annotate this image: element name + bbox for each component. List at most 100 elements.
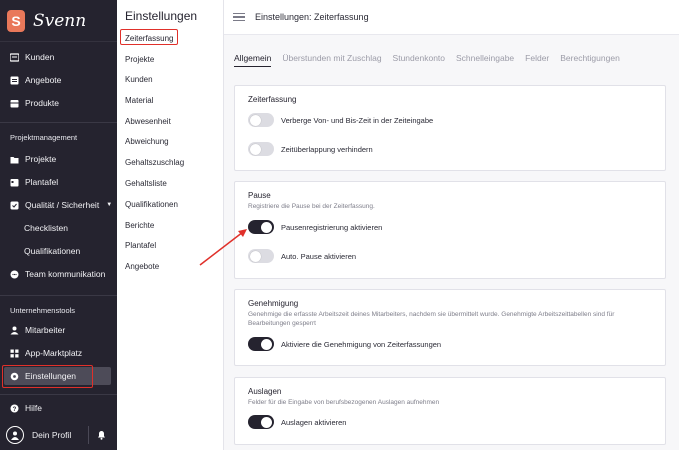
highlight-box <box>120 29 178 45</box>
sidebar-item-label: Angebote <box>25 75 62 85</box>
submenu-item-gehaltszuschlag[interactable]: Gehaltszuschlag <box>125 158 184 167</box>
tab-allgemein[interactable]: Allgemein <box>234 53 272 67</box>
submenu-item-abweichung[interactable]: Abweichung <box>125 137 169 146</box>
sidebar-item-app-marktplatz[interactable]: App-Marktplatz <box>0 344 117 362</box>
sidebar-item-team-kommunikation[interactable]: Team kommunikation <box>0 265 117 283</box>
card-title: Pause <box>248 191 271 200</box>
tab-stundenkonto[interactable]: Stundenkonto <box>393 53 445 67</box>
toggle-label: Auslagen aktivieren <box>281 417 347 427</box>
toggle-row: Auto. Pause aktivieren <box>248 249 356 263</box>
avatar <box>6 426 24 444</box>
grid-icon <box>10 349 19 358</box>
card-genehmigung: Genehmigung Genehmige die erfasste Arbei… <box>234 289 666 366</box>
tab-felder[interactable]: Felder <box>525 53 549 67</box>
hamburger-icon[interactable] <box>233 12 245 22</box>
card-description: Registriere die Pause bei der Zeiterfass… <box>248 203 375 210</box>
profile-label: Dein Profil <box>32 430 72 440</box>
sidebar-item-label: Projekte <box>25 154 57 164</box>
sidebar-divider <box>0 122 117 123</box>
tab-ueberstunden[interactable]: Überstunden mit Zuschlag <box>282 53 381 67</box>
submenu-item-projekte[interactable]: Projekte <box>125 55 154 64</box>
tab-schnelleingabe[interactable]: Schnelleingabe <box>456 53 514 67</box>
sidebar-item-label: Qualifikationen <box>24 246 81 256</box>
tab-berechtigungen[interactable]: Berechtigungen <box>560 53 620 67</box>
toggle-pausenregistrierung[interactable] <box>248 220 274 234</box>
card-pause: Pause Registriere die Pause bei der Zeit… <box>234 181 666 279</box>
submenu-item-gehaltsliste[interactable]: Gehaltsliste <box>125 179 167 188</box>
page-title: Einstellungen: Zeiterfassung <box>255 12 369 22</box>
sidebar-item-label: Hilfe <box>25 403 43 413</box>
submenu-item-kunden[interactable]: Kunden <box>125 75 153 84</box>
sidebar-item-label: App-Marktplatz <box>25 348 83 358</box>
submenu-item-qualifikationen[interactable]: Qualifikationen <box>125 200 178 209</box>
sidebar-item-label: Qualität / Sicherheit <box>25 200 100 210</box>
submenu-item-plantafel[interactable]: Plantafel <box>125 241 156 250</box>
sidebar-item-qualifikationen[interactable]: Qualifikationen <box>0 242 117 260</box>
submenu-item-abwesenheit[interactable]: Abwesenheit <box>125 117 171 126</box>
sidebar-item-projekte[interactable]: Projekte <box>0 150 117 168</box>
toggle-row: Pausenregistrierung aktivieren <box>248 220 382 234</box>
svg-text:?: ? <box>13 407 17 413</box>
brand[interactable]: S Svenn <box>0 0 117 42</box>
sidebar-section-unternehmenstools: Unternehmenstools <box>10 306 76 315</box>
main-sidebar: S Svenn Kunden Angebote Produkte Projekt… <box>0 0 117 450</box>
sidebar-item-label: Checklisten <box>24 223 68 233</box>
footer-divider <box>88 426 89 444</box>
submenu-item-angebote[interactable]: Angebote <box>125 262 159 271</box>
chevron-down-icon: ▼ <box>106 202 113 208</box>
toggle-label: Aktiviere die Genehmigung von Zeiterfass… <box>281 339 442 349</box>
card-zeiterfassung: Zeiterfassung Verberge Von- und Bis-Zeit… <box>234 85 666 171</box>
toggle-auto-pause[interactable] <box>248 249 274 263</box>
toggle-label: Auto. Pause aktivieren <box>281 251 357 261</box>
sidebar-item-label: Produkte <box>25 98 60 108</box>
submenu-item-material[interactable]: Material <box>125 96 153 105</box>
folder-icon <box>10 155 19 164</box>
chat-icon <box>10 270 19 279</box>
main-content: Einstellungen: Zeiterfassung Allgemein Ü… <box>224 0 679 450</box>
sidebar-item-kunden[interactable]: Kunden <box>0 48 117 66</box>
sidebar-divider <box>0 295 117 296</box>
toggle-zeitueberlappung[interactable] <box>248 142 274 156</box>
toggle-row: Verberge Von- und Bis-Zeit in der Zeitei… <box>248 113 433 127</box>
sidebar-item-label: Team kommunikation <box>25 269 106 279</box>
sidebar-item-label: Plantafel <box>25 177 59 187</box>
profile-footer[interactable]: Dein Profil <box>0 420 117 450</box>
tab-bar: Allgemein Überstunden mit Zuschlag Stund… <box>234 53 631 67</box>
sidebar-section-projektmanagement: Projektmanagement <box>10 133 78 142</box>
quote-icon <box>10 76 19 85</box>
card-description: Felder für die Eingabe von berufsbezogen… <box>248 399 440 406</box>
settings-submenu: Einstellungen Zeiterfassung Projekte Kun… <box>117 0 224 450</box>
sidebar-item-qualitaet[interactable]: Qualität / Sicherheit ▼ <box>0 196 117 214</box>
card-title: Zeiterfassung <box>248 95 297 104</box>
toggle-verberge-zeit[interactable] <box>248 113 274 127</box>
help-icon: ? <box>10 404 19 413</box>
sidebar-item-checklisten[interactable]: Checklisten <box>0 219 117 237</box>
users-icon <box>10 52 19 62</box>
sidebar-item-label: Kunden <box>25 52 55 62</box>
person-icon <box>10 326 19 335</box>
toggle-row: Auslagen aktivieren <box>248 415 346 429</box>
toggle-auslagen[interactable] <box>248 415 274 429</box>
sidebar-divider <box>0 394 117 395</box>
submenu-item-berichte[interactable]: Berichte <box>125 221 154 230</box>
sidebar-item-plantafel[interactable]: Plantafel <box>0 173 117 191</box>
toggle-label: Pausenregistrierung aktivieren <box>281 222 383 232</box>
card-description: Genehmige die erfasste Arbeitszeit deine… <box>248 311 615 327</box>
card-title: Genehmigung <box>248 299 299 308</box>
brand-name: Svenn <box>33 10 87 31</box>
sidebar-item-mitarbeiter[interactable]: Mitarbeiter <box>0 321 117 339</box>
sidebar-item-produkte[interactable]: Produkte <box>0 94 117 112</box>
toggle-row: Aktiviere die Genehmigung von Zeiterfass… <box>248 337 441 351</box>
toggle-genehmigung[interactable] <box>248 337 274 351</box>
toggle-label: Verberge Von- und Bis-Zeit in der Zeitei… <box>281 115 434 125</box>
shield-icon <box>10 201 19 210</box>
sidebar-item-angebote[interactable]: Angebote <box>0 71 117 89</box>
toggle-row: Zeitüberlappung verhindern <box>248 142 373 156</box>
toggle-label: Zeitüberlappung verhindern <box>281 144 373 154</box>
bell-icon[interactable] <box>97 430 106 440</box>
sidebar-item-hilfe[interactable]: ? Hilfe <box>0 399 117 417</box>
submenu-title: Einstellungen <box>125 9 198 23</box>
brand-logo: S <box>7 9 25 32</box>
card-title: Auslagen <box>248 387 282 396</box>
card-auslagen: Auslagen Felder für die Eingabe von beru… <box>234 377 666 445</box>
